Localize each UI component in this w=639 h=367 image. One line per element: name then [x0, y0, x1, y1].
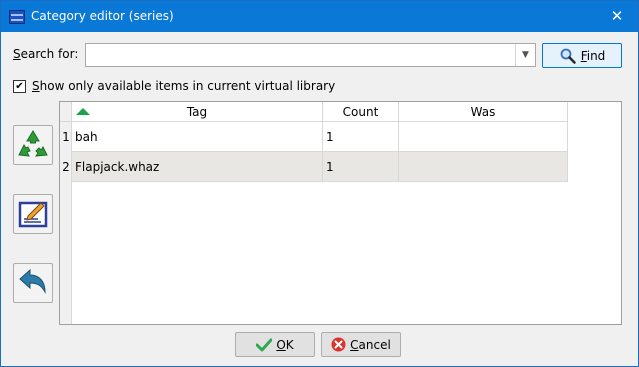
row-number[interactable]: 1: [60, 122, 72, 152]
find-button[interactable]: Find: [542, 43, 622, 68]
column-header-count-label: Count: [342, 105, 379, 119]
column-header-count[interactable]: Count: [323, 102, 399, 122]
find-button-label: Find: [581, 49, 606, 63]
search-label-text: earch for:: [20, 47, 79, 61]
cancel-button[interactable]: Cancel: [321, 332, 401, 357]
available-items-filter[interactable]: ✔ Show only available items in current v…: [13, 78, 335, 94]
search-combobox[interactable]: ▼: [85, 43, 536, 67]
cancel-label-text: ancel: [358, 337, 391, 352]
available-items-label-text: how only available items in current virt…: [39, 79, 336, 93]
column-header-tag-label: Tag: [186, 105, 208, 119]
column-header-was[interactable]: Was: [399, 102, 568, 122]
category-editor-window: Category editor (series) ✕ Search for: ▼…: [0, 0, 639, 367]
magnifier-icon: [560, 48, 576, 64]
cancel-mnemonic: C: [350, 337, 359, 352]
sort-ascending-icon: [76, 108, 90, 115]
column-header-was-label: Was: [470, 105, 496, 119]
available-items-label[interactable]: Show only available items in current vir…: [32, 79, 335, 93]
search-label-mnemonic: S: [13, 47, 21, 61]
available-items-checkbox[interactable]: ✔: [13, 79, 26, 93]
tag-cell[interactable]: bah: [72, 122, 323, 152]
checkmark-icon: [256, 338, 273, 351]
close-icon: ✕: [610, 7, 624, 25]
search-label: Search for:: [13, 47, 78, 61]
was-cell[interactable]: [399, 152, 568, 182]
count-cell[interactable]: 1: [323, 122, 399, 152]
window-title: Category editor (series): [31, 9, 174, 23]
find-label-text: ind: [586, 48, 606, 63]
ok-mnemonic: O: [276, 337, 286, 352]
title-bar[interactable]: Category editor (series) ✕: [1, 1, 638, 32]
available-items-mnemonic: S: [32, 79, 40, 93]
search-dropdown-arrow[interactable]: ▼: [515, 44, 535, 66]
tag-cell[interactable]: Flapjack.whaz: [72, 152, 323, 182]
was-cell[interactable]: [399, 122, 568, 152]
table-corner: [60, 102, 72, 122]
undo-arrow-icon: [19, 268, 46, 294]
rename-button[interactable]: [13, 194, 53, 234]
undo-button[interactable]: [13, 263, 53, 303]
chevron-down-icon: ▼: [522, 50, 529, 60]
count-cell[interactable]: 1: [323, 152, 399, 182]
cancel-button-label: Cancel: [350, 338, 391, 352]
app-icon: [9, 10, 25, 24]
ok-button[interactable]: OK: [235, 332, 315, 357]
column-header-tag[interactable]: Tag: [72, 102, 323, 122]
row-number[interactable]: 2: [60, 152, 72, 182]
ok-label-text: K: [285, 337, 294, 352]
recycle-icon: [18, 130, 48, 157]
checkmark-icon: ✔: [15, 80, 24, 92]
search-input[interactable]: [88, 45, 514, 65]
delete-tags-button[interactable]: [13, 125, 53, 165]
cancel-icon: [331, 337, 346, 352]
edit-note-icon: [18, 201, 48, 228]
close-button[interactable]: ✕: [596, 1, 638, 32]
tags-table: Tag Count Was 1 bah 1 2 Flapjack.whaz 1: [59, 101, 622, 325]
ok-button-label: OK: [276, 338, 293, 352]
